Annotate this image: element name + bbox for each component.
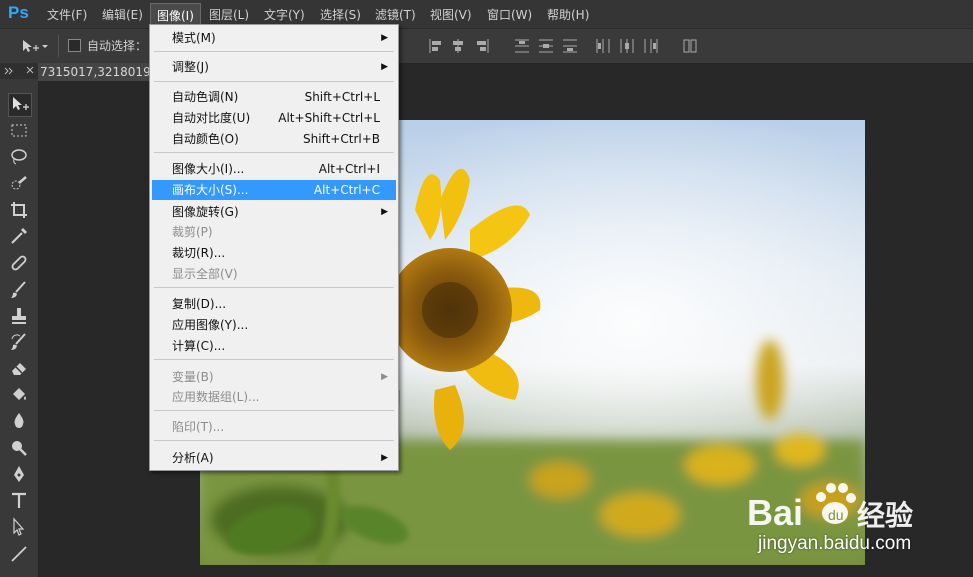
align-right-edges-icon[interactable]: [474, 37, 490, 55]
shortcut-label: Alt+Ctrl+I: [318, 162, 380, 176]
menu-item-duplicate[interactable]: 复制(D)...: [152, 294, 396, 314]
svg-text:经验: 经验: [857, 499, 913, 532]
marquee-tool-icon[interactable]: [8, 120, 30, 142]
menu-divider: [154, 152, 394, 153]
menu-item-reveal-all: 显示全部(V): [172, 267, 238, 281]
baidu-watermark-logo: Bai du 经验: [747, 483, 913, 533]
menu-item-apply-data-set: 应用数据组(L)...: [172, 390, 260, 404]
collapse-panel-icon[interactable]: [4, 67, 14, 75]
menu-divider: [154, 410, 394, 411]
distribute-right-icon[interactable]: [642, 37, 658, 55]
baidu-watermark-url: jingyan.baidu.com: [758, 533, 912, 554]
menu-type[interactable]: 文字(Y): [264, 6, 305, 23]
menu-help[interactable]: 帮助(H): [547, 6, 589, 23]
auto-select-checkbox[interactable]: [68, 39, 81, 52]
shortcut-label: Alt+Ctrl+C: [313, 183, 380, 197]
menu-item-canvas-size[interactable]: 画布大小(S)... Alt+Ctrl+C: [152, 180, 396, 200]
menu-divider: [154, 359, 394, 360]
menu-item-auto-contrast[interactable]: 自动对比度(U) Alt+Shift+Ctrl+L: [152, 108, 396, 128]
menu-file[interactable]: 文件(F): [47, 6, 87, 23]
shortcut-label: Alt+Shift+Ctrl+L: [278, 111, 380, 125]
image-menu-dropdown: 模式(M) ▶ 调整(J) ▶ 自动色调(N) Shift+Ctrl+L 自动对…: [149, 24, 399, 471]
menu-item-variables: 变量(B) ▶: [152, 367, 396, 387]
menu-item-trap: 陷印(T)...: [172, 420, 225, 434]
align-left-edges-icon[interactable]: [428, 37, 444, 55]
svg-text:Bai: Bai: [747, 492, 803, 533]
distribute-vertical-centers-icon[interactable]: [538, 37, 554, 55]
close-panel-icon[interactable]: [26, 66, 34, 74]
menu-filter[interactable]: 滤镜(T): [375, 6, 416, 23]
auto-align-layers-icon[interactable]: [682, 37, 698, 55]
history-brush-tool-icon[interactable]: [8, 331, 30, 353]
type-tool-icon[interactable]: [8, 490, 30, 512]
tools-panel-header: [0, 63, 38, 79]
quick-selection-tool-icon[interactable]: [8, 173, 30, 195]
menu-item-auto-color[interactable]: 自动颜色(O) Shift+Ctrl+B: [152, 129, 396, 149]
submenu-arrow-icon: ▶: [381, 453, 388, 463]
options-divider: [58, 35, 59, 57]
move-tool-preset-icon[interactable]: [20, 38, 50, 54]
menu-item-auto-tone[interactable]: 自动色调(N) Shift+Ctrl+L: [152, 87, 396, 107]
move-tool-icon[interactable]: [8, 93, 32, 117]
menu-view[interactable]: 视图(V): [430, 6, 472, 23]
clone-stamp-tool-icon[interactable]: [8, 305, 30, 327]
distribute-top-icon[interactable]: [514, 37, 530, 55]
menu-item-analysis[interactable]: 分析(A) ▶: [152, 448, 396, 468]
menu-edit[interactable]: 编辑(E): [102, 6, 143, 23]
menu-divider: [154, 287, 394, 288]
svg-text:du: du: [828, 507, 844, 523]
menu-item-trim[interactable]: 裁切(R)...: [152, 243, 396, 263]
healing-brush-tool-icon[interactable]: [8, 252, 30, 274]
menu-divider: [154, 51, 394, 52]
menu-item-adjustments[interactable]: 调整(J) ▶: [152, 57, 396, 77]
menu-divider: [154, 81, 394, 82]
submenu-arrow-icon: ▶: [381, 33, 388, 43]
menu-item-crop: 裁剪(P): [172, 225, 213, 239]
menu-item-image-size[interactable]: 图像大小(I)... Alt+Ctrl+I: [152, 159, 396, 179]
blur-tool-icon[interactable]: [8, 410, 30, 432]
dodge-tool-icon[interactable]: [8, 437, 30, 459]
menu-select[interactable]: 选择(S): [320, 6, 361, 23]
menu-item-calculations[interactable]: 计算(C)...: [152, 336, 396, 356]
distribute-horizontal-centers-icon[interactable]: [618, 37, 634, 55]
distribute-left-icon[interactable]: [594, 37, 610, 55]
menu-layer[interactable]: 图层(L): [209, 6, 249, 23]
menu-window[interactable]: 窗口(W): [487, 6, 532, 23]
eraser-tool-icon[interactable]: [8, 357, 30, 379]
pen-tool-icon[interactable]: [8, 463, 30, 485]
menu-item-mode[interactable]: 模式(M) ▶: [152, 28, 396, 48]
submenu-arrow-icon: ▶: [381, 62, 388, 72]
shortcut-label: Shift+Ctrl+B: [303, 132, 380, 146]
document-tab[interactable]: 7315017,32180190: [38, 63, 152, 81]
crop-tool-icon[interactable]: [8, 199, 30, 221]
line-tool-icon[interactable]: [8, 543, 30, 565]
auto-select-label: 自动选择：: [87, 39, 148, 53]
paint-bucket-tool-icon[interactable]: [8, 384, 30, 406]
align-horizontal-centers-icon[interactable]: [450, 37, 466, 55]
menu-item-image-rotation[interactable]: 图像旋转(G) ▶: [152, 202, 396, 222]
submenu-arrow-icon: ▶: [381, 372, 388, 382]
shortcut-label: Shift+Ctrl+L: [304, 90, 380, 104]
options-bar: 自动选择：: [0, 28, 973, 64]
eyedropper-tool-icon[interactable]: [8, 225, 30, 247]
distribute-bottom-icon[interactable]: [562, 37, 578, 55]
photoshop-logo: Ps: [8, 3, 29, 22]
submenu-arrow-icon: ▶: [381, 207, 388, 217]
menu-item-apply-image[interactable]: 应用图像(Y)...: [152, 315, 396, 335]
lasso-tool-icon[interactable]: [8, 146, 30, 168]
menu-bar: Ps 文件(F) 编辑(E) 图像(I) 图层(L) 文字(Y) 选择(S) 滤…: [0, 0, 973, 28]
menu-divider: [154, 440, 394, 441]
brush-tool-icon[interactable]: [8, 279, 30, 301]
path-selection-tool-icon[interactable]: [8, 516, 30, 538]
